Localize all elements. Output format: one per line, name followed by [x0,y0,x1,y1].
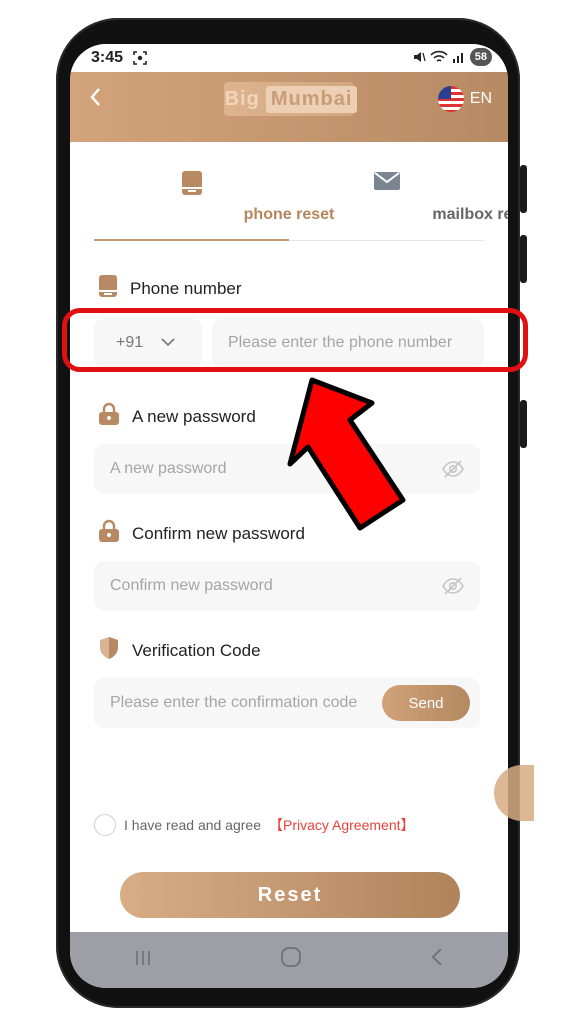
red-arrow-icon [287,377,406,531]
